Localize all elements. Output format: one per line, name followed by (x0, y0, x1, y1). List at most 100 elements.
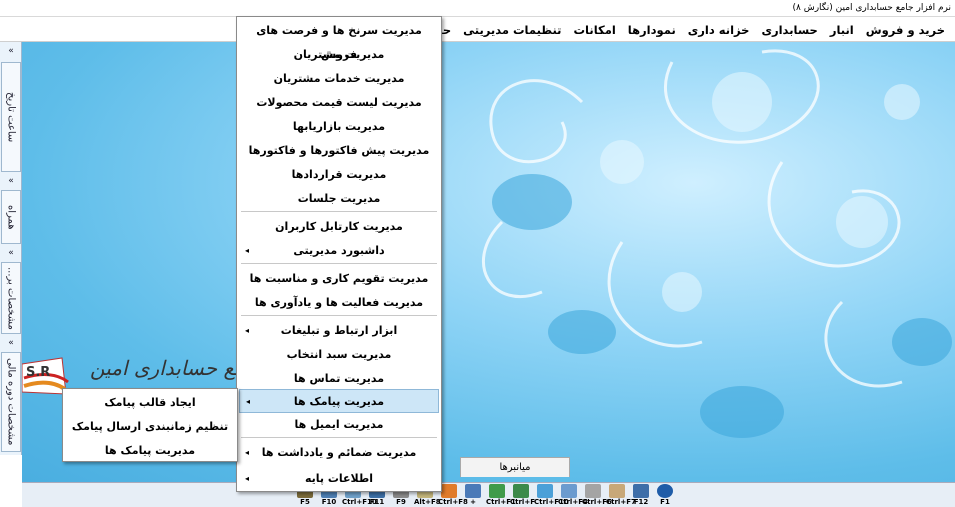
menu-separator (241, 263, 437, 264)
menu-item[interactable]: امکانات (568, 19, 622, 41)
submenu-arrow-icon: ◂ (245, 246, 250, 255)
pen-icon (585, 484, 601, 498)
menu-item[interactable]: خزانه داری (682, 19, 756, 41)
shortcut-button[interactable]: F12 (630, 483, 652, 507)
crm-menu-item-label: مدیریت تقویم کاری و مناسبت ها (249, 272, 429, 285)
menu-item[interactable]: نمودارها (622, 19, 682, 41)
submenu-arrow-icon: ◂ (246, 397, 251, 406)
screen-icon (633, 484, 649, 498)
shortcut-button[interactable]: Ctrl+F10 (534, 483, 569, 507)
help-icon (657, 484, 673, 498)
crm-menu-item[interactable]: مدیریت ایمیل ها (239, 413, 439, 437)
shortcut-key-label: F11 (369, 498, 385, 506)
crm-menu-item[interactable]: ابزار ارتباط و تبلیغات ◂ (239, 319, 439, 343)
sms-submenu-item[interactable]: ایجاد قالب پیامک (65, 391, 235, 415)
sms-submenu: ایجاد قالب پیامک تنظیم زمانبندی ارسال پیا… (62, 388, 238, 462)
sms-submenu-item[interactable]: تنظیم زمانبندی ارسال پیامک (65, 415, 235, 439)
crm-menu-item-label: مدیریت ضمائم و یادداشت ها (261, 446, 417, 459)
shortcut-key-label: Ctrl+F4 (558, 498, 588, 506)
crm-menu-item[interactable]: مدیریت کارتابل کاربران (239, 215, 439, 239)
crm-menu-item[interactable]: مدیریت جلسات (239, 187, 439, 211)
menubar: خرید و فروش انبار حسابداری خزانه داری نمودار… (0, 17, 955, 42)
menu-separator (241, 437, 437, 438)
menu-item[interactable]: خرید و فروش (860, 19, 951, 41)
shortcut-button[interactable]: Ctrl+F1 (486, 483, 516, 507)
submenu-arrow-icon: ◂ (245, 448, 250, 457)
crm-dropdown-menu: مدیریت سرنخ ها و فرصت های فروش مدیریت مشت… (236, 16, 442, 492)
sidebar-chevron-icon[interactable]: « (1, 44, 21, 58)
crm-menu-item-label: مدیریت کارتابل کاربران (275, 220, 403, 233)
crm-menu-item[interactable]: مدیریت سرنخ ها و فرصت های فروش (239, 19, 439, 61)
crm-menu-item[interactable]: مدیریت سبد انتخاب (239, 343, 439, 367)
table-icon (489, 484, 505, 498)
shortcut-key-label: Ctrl+F8 (438, 498, 468, 506)
crm-menu-item-label: مدیریت مشتریان (293, 48, 385, 61)
shortcut-key-label: Ctrl+F10 (342, 498, 377, 506)
grid-icon (465, 484, 481, 498)
crm-menu-item-label: مدیریت قراردادها (291, 168, 387, 181)
crm-menu-item[interactable]: مدیریت بازاریابها (239, 115, 439, 139)
crm-menu-item-label: مدیریت تماس ها (293, 372, 385, 385)
document-icon (441, 484, 457, 498)
shortcut-key-label: Alt+F8 (414, 498, 441, 506)
window-title: نرم افزار جامع حسابداری امین (نگارش ۸) (0, 0, 955, 17)
shortcut-key-label: Ctrl+F1 (486, 498, 516, 506)
menu-separator (241, 315, 437, 316)
crm-menu-item[interactable]: مدیریت قراردادها (239, 163, 439, 187)
sidebar-tab-datetime[interactable]: ساعت تاریخ (1, 62, 21, 172)
crm-menu-item[interactable]: اطلاعات پایه ◂ (239, 467, 439, 491)
sidebar-tab-mobile[interactable]: همراه (1, 190, 21, 244)
crm-menu-item-label: داشبورد مدیریتی (293, 244, 385, 257)
shortcut-button[interactable]: F1 (654, 483, 676, 507)
package-icon (609, 484, 625, 498)
shortcut-toolbar: F5 F10 Ctrl+F10 F11 F9 Alt+F8 Ctrl+F8 + Ctrl+F1 C… (22, 482, 955, 507)
crm-menu-item-label: اطلاعات پایه (304, 472, 374, 485)
calculator-icon (513, 484, 529, 498)
sms-submenu-item[interactable]: مدیریت پیامک ها (65, 439, 235, 463)
crm-menu-item-label: مدیریت سبد انتخاب (286, 348, 392, 361)
shortcut-button[interactable]: + (462, 483, 484, 507)
submenu-arrow-icon: ◂ (245, 326, 250, 335)
crm-menu-item[interactable]: مدیریت پیامک ها ◂ (239, 389, 439, 413)
crm-menu-item[interactable]: مدیریت لیست قیمت محصولات (239, 91, 439, 115)
sidebar-tab-fiscal-period[interactable]: مشخصات دوره مالی (1, 352, 21, 452)
sidebar-chevron-icon[interactable]: « (1, 336, 21, 350)
shortcut-key-label: F1 (660, 498, 670, 506)
menu-item[interactable]: تنظیمات مدیریتی (457, 19, 567, 41)
crm-menu-item[interactable]: مدیریت پیش فاکتورها و فاکتورها (239, 139, 439, 163)
crm-menu-item[interactable]: مدیریت تماس ها (239, 367, 439, 391)
shortcut-key-label: + (470, 498, 476, 506)
crm-menu-item[interactable]: مدیریت فعالیت ها و یادآوری ها (239, 291, 439, 315)
left-sidebar: « ساعت تاریخ « همراه « ...مشخصات بر « مش… (0, 42, 22, 455)
crm-menu-item[interactable]: مدیریت مشتریان (239, 43, 439, 67)
shortcut-key-label: Ctrl+F10 (534, 498, 569, 506)
shortcut-button[interactable]: Ctrl+F4 (558, 483, 588, 507)
logo-abbrev: S.R (26, 365, 50, 380)
submenu-arrow-icon: ◂ (245, 474, 250, 483)
shortcut-key-label: F5 (300, 498, 310, 506)
crm-menu-item-label: ابزار ارتباط و تبلیغات (280, 324, 398, 337)
menu-item[interactable]: حسابداری (755, 19, 823, 41)
crm-menu-item[interactable]: داشبورد مدیریتی ◂ (239, 239, 439, 263)
shortcut-key-label: F10 (321, 498, 337, 506)
crm-menu-item-label: مدیریت بازاریابها (292, 120, 386, 133)
tab-shortcuts[interactable]: میانبرها (460, 457, 570, 477)
shortcut-button[interactable]: Ctrl+F (510, 483, 535, 507)
sidebar-chevron-icon[interactable]: « (1, 246, 21, 260)
crm-menu-item[interactable]: مدیریت خدمات مشتریان (239, 67, 439, 91)
shortcut-button[interactable]: Ctrl+F6 (582, 483, 612, 507)
sidebar-chevron-icon[interactable]: « (1, 174, 21, 188)
shortcut-key-label: Ctrl+F7 (606, 498, 636, 506)
shortcut-key-label: Ctrl+F6 (582, 498, 612, 506)
crm-menu-item[interactable]: مدیریت تقویم کاری و مناسبت ها (239, 267, 439, 291)
crm-menu-item-label: مدیریت پیامک ها (293, 395, 385, 408)
crm-menu-item-label: مدیریت پیش فاکتورها و فاکتورها (248, 144, 430, 157)
crm-menu-item-label: مدیریت ایمیل ها (294, 418, 384, 431)
crm-menu-item-label: مدیریت فعالیت ها و یادآوری ها (254, 296, 424, 309)
sidebar-tab-specs[interactable]: ...مشخصات بر (1, 262, 21, 334)
menu-separator (241, 211, 437, 212)
menu-item[interactable]: انبار (824, 19, 860, 41)
shortcut-button[interactable]: Ctrl+F7 (606, 483, 636, 507)
crm-menu-item[interactable]: مدیریت ضمائم و یادداشت ها ◂ (239, 441, 439, 465)
network-icon (561, 484, 577, 498)
